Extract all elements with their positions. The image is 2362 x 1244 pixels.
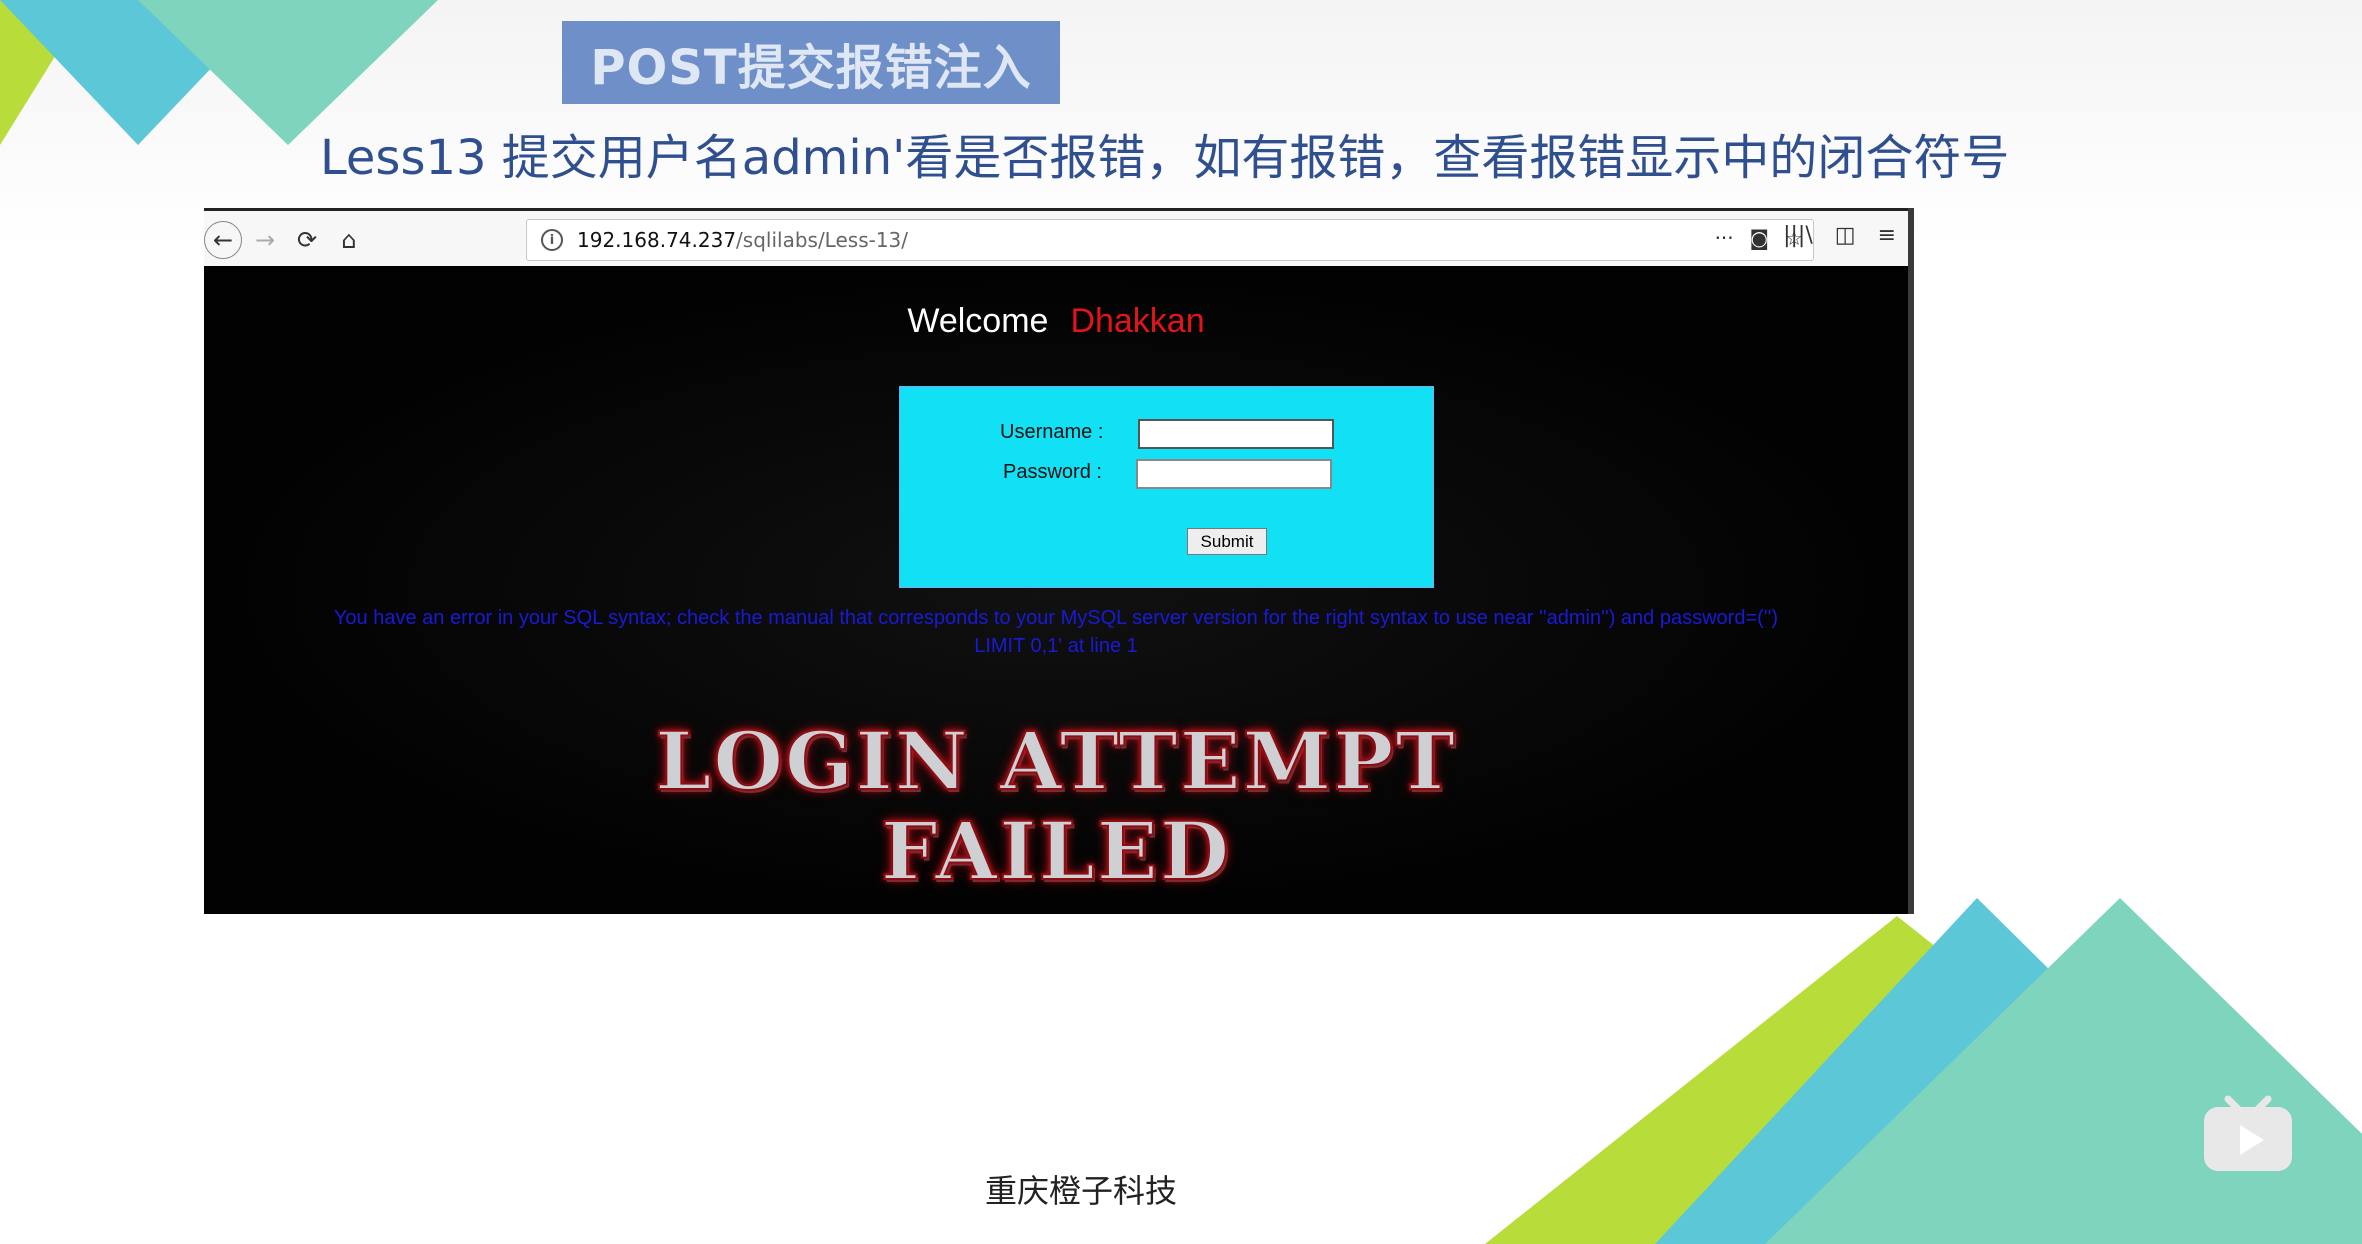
- welcome-heading: Welcome Dhakkan: [204, 302, 1908, 341]
- browser-toolbar: ← → ⟳ ⌂ i 192.168.74.237/sqlilabs/Less-1…: [204, 208, 1908, 266]
- sidebar-icon[interactable]: ◫: [1835, 223, 1856, 248]
- reload-button[interactable]: ⟳: [290, 223, 324, 257]
- url-text[interactable]: 192.168.74.237/sqlilabs/Less-13/: [577, 228, 908, 252]
- login-failed-banner: LOGIN ATTEMPT FAILED: [204, 714, 1908, 898]
- submit-button[interactable]: Submit: [1187, 528, 1267, 555]
- home-icon: ⌂: [341, 226, 357, 254]
- bilibili-tv-icon: [2204, 1095, 2292, 1171]
- sql-error-line-2: LIMIT 0,1' at line 1: [974, 635, 1138, 657]
- sql-error-line-1: You have an error in your SQL syntax; ch…: [333, 607, 1779, 629]
- url-path: /sqlilabs/Less-13/: [736, 228, 909, 252]
- url-host: 192.168.74.237: [577, 228, 737, 252]
- library-icon[interactable]: |||\: [1783, 223, 1813, 248]
- menu-icon[interactable]: ≡: [1878, 223, 1896, 248]
- info-icon[interactable]: i: [541, 229, 563, 251]
- more-icon[interactable]: ···: [1715, 226, 1734, 250]
- welcome-name: Dhakkan: [1070, 302, 1205, 340]
- arrow-left-icon: ←: [212, 226, 234, 254]
- address-bar[interactable]: i 192.168.74.237/sqlilabs/Less-13/ ··· ◙…: [526, 219, 1814, 261]
- pocket-icon[interactable]: ◙: [1750, 226, 1769, 250]
- password-label: Password :: [1003, 461, 1102, 483]
- username-label: Username :: [1000, 421, 1104, 443]
- reload-icon: ⟳: [296, 226, 318, 254]
- banner-line-2: FAILED: [880, 804, 1232, 898]
- welcome-text: Welcome: [907, 302, 1049, 340]
- password-input[interactable]: [1136, 459, 1332, 489]
- arrow-right-icon: →: [254, 226, 276, 254]
- forward-button[interactable]: →: [248, 223, 282, 257]
- browser-window: ← → ⟳ ⌂ i 192.168.74.237/sqlilabs/Less-1…: [204, 208, 1914, 914]
- decor-triangle-teal-br: [1765, 898, 2362, 1244]
- home-button[interactable]: ⌂: [332, 223, 366, 257]
- username-input[interactable]: [1138, 419, 1334, 449]
- footer-company: 重庆橙子科技: [985, 1172, 1178, 1210]
- sql-error-message: You have an error in your SQL syntax; ch…: [204, 604, 1908, 660]
- web-page: Welcome Dhakkan Username : Password : Sub…: [204, 266, 1908, 914]
- toolbar-right-icons: |||\ ◫ ≡: [1783, 223, 1896, 248]
- login-form: Username : Password : Submit: [899, 386, 1434, 588]
- slide-subtitle: Less13 提交用户名admin'看是否报错，如有报错，查看报错显示中的闭合符…: [320, 130, 2010, 186]
- back-button[interactable]: ←: [204, 221, 242, 259]
- banner-line-1: LOGIN ATTEMPT: [654, 714, 1457, 808]
- slide-title: POST提交报错注入: [562, 21, 1060, 104]
